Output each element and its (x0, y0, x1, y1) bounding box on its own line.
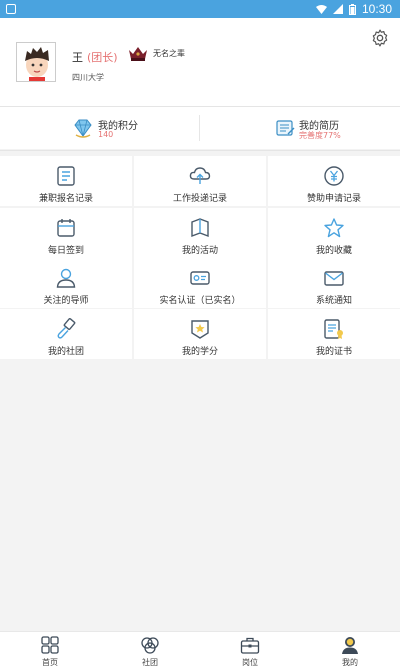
star-badge-icon (191, 320, 209, 339)
profile-header: 王 (团长) 四川大学 无名之辈 (0, 18, 400, 106)
points-value: 140 (98, 130, 114, 139)
menu-my-credits[interactable]: 我的学分 (134, 309, 266, 359)
bottom-tab-bar: 首页 社团 岗位 我的 (0, 631, 400, 666)
menu-followed-mentors[interactable]: 关注的导师 (0, 258, 132, 308)
user-icon (342, 637, 358, 654)
avatar[interactable] (16, 42, 56, 82)
user-role: (团长) (87, 51, 118, 64)
cloud-upload-icon (189, 167, 211, 184)
menu-label: 每日签到 (47, 246, 84, 256)
menu-label: 我的收藏 (315, 246, 352, 256)
tab-clubs[interactable]: 社团 (100, 632, 200, 666)
diamond-icon (74, 119, 92, 138)
avatar-face-icon (17, 43, 55, 81)
menu-my-clubs[interactable]: 我的社团 (0, 309, 132, 359)
user-school: 四川大学 (72, 73, 104, 82)
battery-icon (348, 3, 356, 15)
menu-label: 实名认证（已实名） (159, 296, 241, 306)
envelope-icon (324, 271, 344, 286)
tab-jobs[interactable]: 岗位 (200, 632, 300, 666)
menu-label: 我的活动 (181, 246, 218, 256)
resume-completion: 完善度77% (299, 131, 341, 140)
menu-real-name-verification[interactable]: 实名认证（已实名） (134, 258, 266, 308)
menu-job-applications[interactable]: 工作投递记录 (134, 156, 266, 206)
menu-system-notifications[interactable]: 系统通知 (268, 258, 400, 308)
wifi-icon (315, 4, 327, 14)
tab-label: 岗位 (242, 658, 258, 666)
clock: 10:30 (361, 2, 392, 16)
menu-label: 关注的导师 (43, 296, 89, 306)
points-stat[interactable]: 我的积分 140 (0, 107, 200, 149)
id-card-icon (190, 271, 210, 285)
user-name-row: 王 (团长) (72, 49, 118, 65)
menu-label: 我的证书 (315, 347, 352, 357)
status-bar: 10:30 (0, 0, 400, 18)
status-icons: 10:30 (315, 2, 392, 16)
brush-icon (57, 318, 76, 339)
signal-icon (332, 4, 343, 14)
title-badge-label: 无名之辈 (153, 49, 185, 58)
yen-coin-icon (324, 166, 344, 186)
gear-icon[interactable] (370, 28, 390, 48)
person-icon (56, 268, 76, 288)
menu-label: 赞助申请记录 (306, 194, 361, 204)
menu-part-time-records[interactable]: 兼职报名记录 (0, 156, 132, 206)
crown-badge-icon (129, 47, 147, 61)
menu-daily-checkin[interactable]: 每日签到 (0, 208, 132, 258)
calendar-icon (57, 219, 75, 237)
menu-label: 系统通知 (315, 296, 352, 306)
menu-my-certificates[interactable]: 我的证书 (268, 309, 400, 359)
tab-label: 首页 (42, 658, 58, 666)
divider (0, 150, 400, 151)
menu-my-activities[interactable]: 我的活动 (134, 208, 266, 258)
resume-icon (276, 120, 295, 136)
tab-label: 我的 (342, 658, 358, 666)
notification-icon (6, 4, 16, 14)
club-icon (141, 637, 159, 654)
tab-home[interactable]: 首页 (0, 632, 100, 666)
star-icon (324, 218, 344, 238)
tab-mine[interactable]: 我的 (300, 632, 400, 666)
menu-my-favorites[interactable]: 我的收藏 (268, 208, 400, 258)
resume-stat[interactable]: 我的简历 完善度77% (200, 107, 400, 149)
tab-label: 社团 (142, 658, 158, 666)
user-name: 王 (72, 51, 83, 64)
menu-label: 我的学分 (181, 347, 218, 357)
briefcase-icon (240, 637, 260, 654)
stats-row: 我的积分 140 我的简历 完善度77% (0, 107, 400, 149)
document-list-icon (57, 166, 75, 186)
menu-label: 工作投递记录 (172, 194, 227, 204)
certificate-icon (324, 319, 343, 339)
menu-sponsorship-applications[interactable]: 赞助申请记录 (268, 156, 400, 206)
flag-icon (191, 218, 209, 238)
menu-label: 兼职报名记录 (38, 194, 93, 204)
home-grid-icon (41, 636, 59, 654)
menu-label: 我的社团 (47, 347, 84, 357)
